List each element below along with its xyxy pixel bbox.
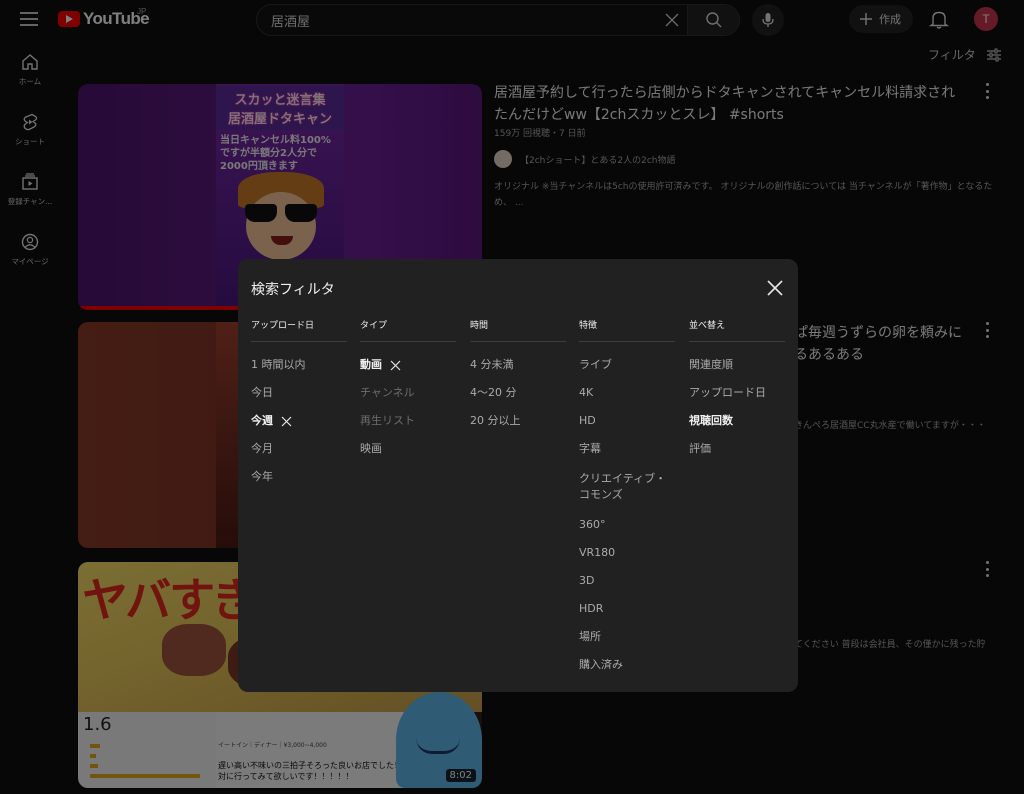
- filter-option[interactable]: 字幕: [579, 443, 675, 455]
- filter-column-type: タイプ 動画 チャンネル 再生リスト 映画: [360, 316, 456, 455]
- remove-filter-icon[interactable]: [281, 416, 292, 427]
- option-label: 購入済み: [579, 658, 623, 671]
- option-label: 映画: [360, 442, 382, 455]
- filter-option-disabled: 再生リスト: [360, 415, 456, 427]
- filter-option[interactable]: 場所: [579, 631, 675, 643]
- option-label: 今月: [251, 442, 273, 455]
- filter-option-disabled: チャンネル: [360, 387, 456, 399]
- filter-option[interactable]: 購入済み: [579, 659, 675, 671]
- filter-column-sort: 並べ替え 関連度順 アップロード日 視聴回数 評価: [689, 316, 785, 455]
- option-label: 場所: [579, 630, 601, 643]
- filter-option[interactable]: 今月: [251, 443, 347, 455]
- option-label: 3D: [579, 574, 595, 587]
- option-label: ライブ: [579, 358, 612, 371]
- option-label: 20 分以上: [470, 414, 521, 427]
- filter-option[interactable]: ライブ: [579, 359, 675, 371]
- filter-option[interactable]: 映画: [360, 443, 456, 455]
- filter-option[interactable]: 1 時間以内: [251, 359, 347, 371]
- filter-option[interactable]: 20 分以上: [470, 415, 566, 427]
- option-label: クリエイティブ・コモンズ: [579, 472, 667, 501]
- option-label: 360°: [579, 518, 606, 531]
- option-label: HDR: [579, 602, 604, 615]
- option-label: アップロード日: [689, 386, 766, 399]
- option-label: 評価: [689, 442, 711, 455]
- column-header: 時間: [470, 316, 566, 342]
- column-header: アップロード日: [251, 316, 347, 342]
- filter-option[interactable]: 4～20 分: [470, 387, 566, 399]
- option-label: 動画: [360, 358, 382, 371]
- option-label: 関連度順: [689, 358, 733, 371]
- filter-option[interactable]: クリエイティブ・コモンズ: [579, 471, 675, 503]
- filter-option[interactable]: 今日: [251, 387, 347, 399]
- option-label: 字幕: [579, 442, 601, 455]
- option-label: 今年: [251, 470, 273, 483]
- filter-option-selected[interactable]: 動画: [360, 359, 456, 371]
- option-label: VR180: [579, 546, 616, 559]
- remove-filter-icon[interactable]: [390, 360, 401, 371]
- option-label: チャンネル: [360, 386, 415, 399]
- filter-option[interactable]: 今年: [251, 471, 347, 483]
- filter-option[interactable]: 3D: [579, 575, 675, 587]
- dialog-title: 検索フィルタ: [251, 282, 335, 298]
- filter-option[interactable]: HD: [579, 415, 675, 427]
- filter-option[interactable]: アップロード日: [689, 387, 785, 399]
- filter-option[interactable]: 関連度順: [689, 359, 785, 371]
- column-header: 特徴: [579, 316, 675, 342]
- option-label: 1 時間以内: [251, 358, 306, 371]
- filter-option-selected[interactable]: 今週: [251, 415, 347, 427]
- column-header: 並べ替え: [689, 316, 785, 342]
- filter-option[interactable]: 4 分未満: [470, 359, 566, 371]
- option-label: 4 分未満: [470, 358, 514, 371]
- option-label: 今週: [251, 414, 273, 427]
- column-header: タイプ: [360, 316, 456, 342]
- option-label: 4K: [579, 386, 594, 399]
- filter-column-features: 特徴 ライブ 4K HD 字幕 クリエイティブ・コモンズ 360° VR180 …: [579, 316, 675, 671]
- filter-option[interactable]: 4K: [579, 387, 675, 399]
- search-filter-dialog: 検索フィルタ アップロード日 1 時間以内 今日 今週 今月 今年 タイプ 動画…: [238, 259, 798, 692]
- filter-column-upload-date: アップロード日 1 時間以内 今日 今週 今月 今年: [251, 316, 347, 483]
- filter-option[interactable]: VR180: [579, 547, 675, 559]
- option-label: 再生リスト: [360, 414, 415, 427]
- option-label: 今日: [251, 386, 273, 399]
- close-icon[interactable]: [765, 278, 785, 298]
- filter-option[interactable]: 評価: [689, 443, 785, 455]
- filter-option[interactable]: HDR: [579, 603, 675, 615]
- option-label: HD: [579, 414, 596, 427]
- filter-column-duration: 時間 4 分未満 4～20 分 20 分以上: [470, 316, 566, 427]
- filter-option-selected[interactable]: 視聴回数: [689, 415, 785, 427]
- option-label: 視聴回数: [689, 414, 733, 427]
- filter-option[interactable]: 360°: [579, 519, 675, 531]
- option-label: 4～20 分: [470, 386, 517, 399]
